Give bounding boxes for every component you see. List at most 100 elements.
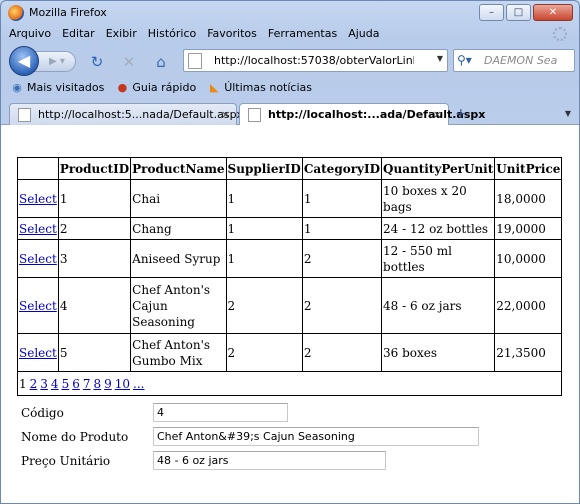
products-gridview: ProductID ProductName SupplierID Categor… [16, 157, 563, 396]
menu-arquivo[interactable]: Arquivo [9, 27, 51, 40]
pager-link[interactable]: 2 [30, 377, 38, 391]
window-controls: – □ ✕ [479, 4, 573, 21]
select-link[interactable]: Select [19, 192, 57, 206]
close-tab-icon[interactable]: × [221, 108, 230, 121]
table-row: Select 5 Chef Anton's Gumbo Mix 2 2 36 b… [17, 333, 563, 372]
pager-next-link[interactable]: ... [133, 377, 144, 391]
cell-productname: Chef Anton's Cajun Seasoning [130, 277, 227, 334]
codigo-label: Código [21, 406, 64, 420]
cell-quantityperunit: 10 boxes x 20 bags [381, 179, 496, 218]
header-select [17, 157, 59, 180]
tab-2[interactable]: http://localhost:...ada/Default.aspx × [239, 103, 485, 126]
cell-productid: 4 [57, 277, 132, 334]
tab-label: http://localhost:...ada/Default.aspx [268, 108, 486, 121]
bookmark-guia-rapido[interactable]: ● Guia rápido [116, 80, 197, 94]
preco-input[interactable]: 48 - 6 oz jars [153, 451, 386, 470]
select-link[interactable]: Select [19, 252, 57, 266]
cell-productid: 3 [57, 239, 132, 278]
throbber-icon [553, 27, 567, 41]
cell-productid: 5 [57, 333, 132, 372]
menu-ajuda[interactable]: Ajuda [348, 27, 379, 40]
table-row: Select 3 Aniseed Syrup 1 2 12 - 550 ml b… [17, 239, 563, 278]
table-row: Select 1 Chai 1 1 10 boxes x 20 bags 18,… [17, 179, 563, 218]
minimize-button[interactable]: – [479, 4, 504, 21]
cell-unitprice: 22,0000 [494, 277, 563, 334]
stop-icon[interactable]: ✕ [119, 52, 139, 72]
header-productid: ProductID [57, 157, 132, 180]
navigation-toolbar: ▶ ▾ ◀ ↻ ✕ ⌂ http://localhost:57038/obter… [1, 43, 579, 77]
new-tab-icon[interactable]: + [455, 106, 467, 122]
select-link[interactable]: Select [19, 346, 57, 360]
pager-link[interactable]: 4 [51, 377, 59, 391]
bookmark-mais-visitados[interactable]: ◉ Mais visitados [11, 81, 104, 94]
codigo-input[interactable]: 4 [153, 403, 288, 422]
grid-header-row: ProductID ProductName SupplierID Categor… [17, 157, 563, 180]
title-bar: Mozilla Firefox – □ ✕ [1, 1, 579, 25]
bookmark-ultimas-noticias[interactable]: ◣ Últimas notícias [208, 81, 312, 94]
cell-supplierid: 2 [225, 333, 303, 372]
tab-1[interactable]: http://localhost:5...nada/Default.aspx × [9, 103, 243, 125]
header-quantityperunit: QuantityPerUnit [381, 157, 496, 180]
firefox-icon [8, 5, 24, 21]
cell-unitprice: 10,0000 [494, 239, 563, 278]
cell-unitprice: 18,0000 [494, 179, 563, 218]
nome-label: Nome do Produto [21, 430, 129, 444]
pager-link[interactable]: 5 [62, 377, 70, 391]
close-tab-icon[interactable]: × [433, 108, 442, 121]
cell-quantityperunit: 24 - 12 oz bottles [381, 217, 496, 240]
pager-link[interactable]: 3 [40, 377, 48, 391]
home-icon[interactable]: ⌂ [151, 52, 171, 72]
pager-link[interactable]: 10 [115, 377, 130, 391]
maximize-button[interactable]: □ [506, 4, 531, 21]
menu-favoritos[interactable]: Favoritos [207, 27, 257, 40]
page-icon [18, 108, 31, 122]
tab-strip: http://localhost:5...nada/Default.aspx ×… [1, 101, 579, 126]
chevron-down-icon[interactable]: ▼ [437, 54, 443, 63]
pager-link[interactable]: 7 [83, 377, 91, 391]
select-link[interactable]: Select [19, 222, 57, 236]
firefox-icon: ● [117, 80, 128, 94]
menu-exibir[interactable]: Exibir [106, 27, 137, 40]
pager-link[interactable]: 8 [93, 377, 101, 391]
address-bar[interactable]: http://localhost:57038/obterValorLinhaSe… [183, 49, 448, 72]
page-content: ProductID ProductName SupplierID Categor… [1, 125, 579, 503]
header-productname: ProductName [130, 157, 227, 180]
page-icon [188, 53, 202, 69]
cell-categoryid: 2 [301, 277, 383, 334]
list-all-tabs-icon[interactable]: ▼ [565, 109, 571, 118]
cell-supplierid: 1 [225, 217, 303, 240]
cell-productid: 1 [57, 179, 132, 218]
cell-unitprice: 19,0000 [494, 217, 563, 240]
nome-input[interactable]: Chef Anton&#39;s Cajun Seasoning [153, 427, 479, 446]
back-button[interactable]: ◀ [9, 46, 39, 76]
cell-supplierid: 1 [225, 239, 303, 278]
menu-editar[interactable]: Editar [62, 27, 95, 40]
pager-link[interactable]: 6 [72, 377, 80, 391]
rss-icon: ◣ [209, 80, 219, 94]
cell-categoryid: 1 [301, 217, 383, 240]
pager-current-page: 1 [19, 376, 27, 391]
pager-link[interactable]: 9 [104, 377, 112, 391]
header-categoryid: CategoryID [301, 157, 383, 180]
reload-icon[interactable]: ↻ [87, 52, 107, 72]
header-supplierid: SupplierID [225, 157, 303, 180]
cell-unitprice: 21,3500 [494, 333, 563, 372]
close-button[interactable]: ✕ [533, 4, 573, 21]
cell-categoryid: 2 [301, 239, 383, 278]
cell-quantityperunit: 48 - 6 oz jars [381, 277, 496, 334]
preco-label: Preço Unitário [21, 454, 111, 468]
menu-historico[interactable]: Histórico [148, 27, 196, 40]
forward-button[interactable]: ▶ ▾ [34, 51, 76, 72]
globe-icon: ◉ [12, 80, 22, 94]
menu-ferramentas[interactable]: Ferramentas [268, 27, 337, 40]
table-row: Select 2 Chang 1 1 24 - 12 oz bottles 19… [17, 217, 563, 240]
cell-categoryid: 2 [301, 333, 383, 372]
cell-productname: Aniseed Syrup [130, 239, 227, 278]
cell-supplierid: 1 [225, 179, 303, 218]
search-bar[interactable]: ⚲▾ DAEMON Sea [453, 49, 575, 72]
search-engine-icon[interactable]: ⚲▾ [457, 53, 472, 67]
cell-productname: Chai [130, 179, 227, 218]
select-link[interactable]: Select [19, 299, 57, 313]
search-placeholder: DAEMON Sea [484, 54, 558, 67]
menu-bar: Arquivo Editar Exibir Histórico Favorito… [9, 27, 380, 40]
